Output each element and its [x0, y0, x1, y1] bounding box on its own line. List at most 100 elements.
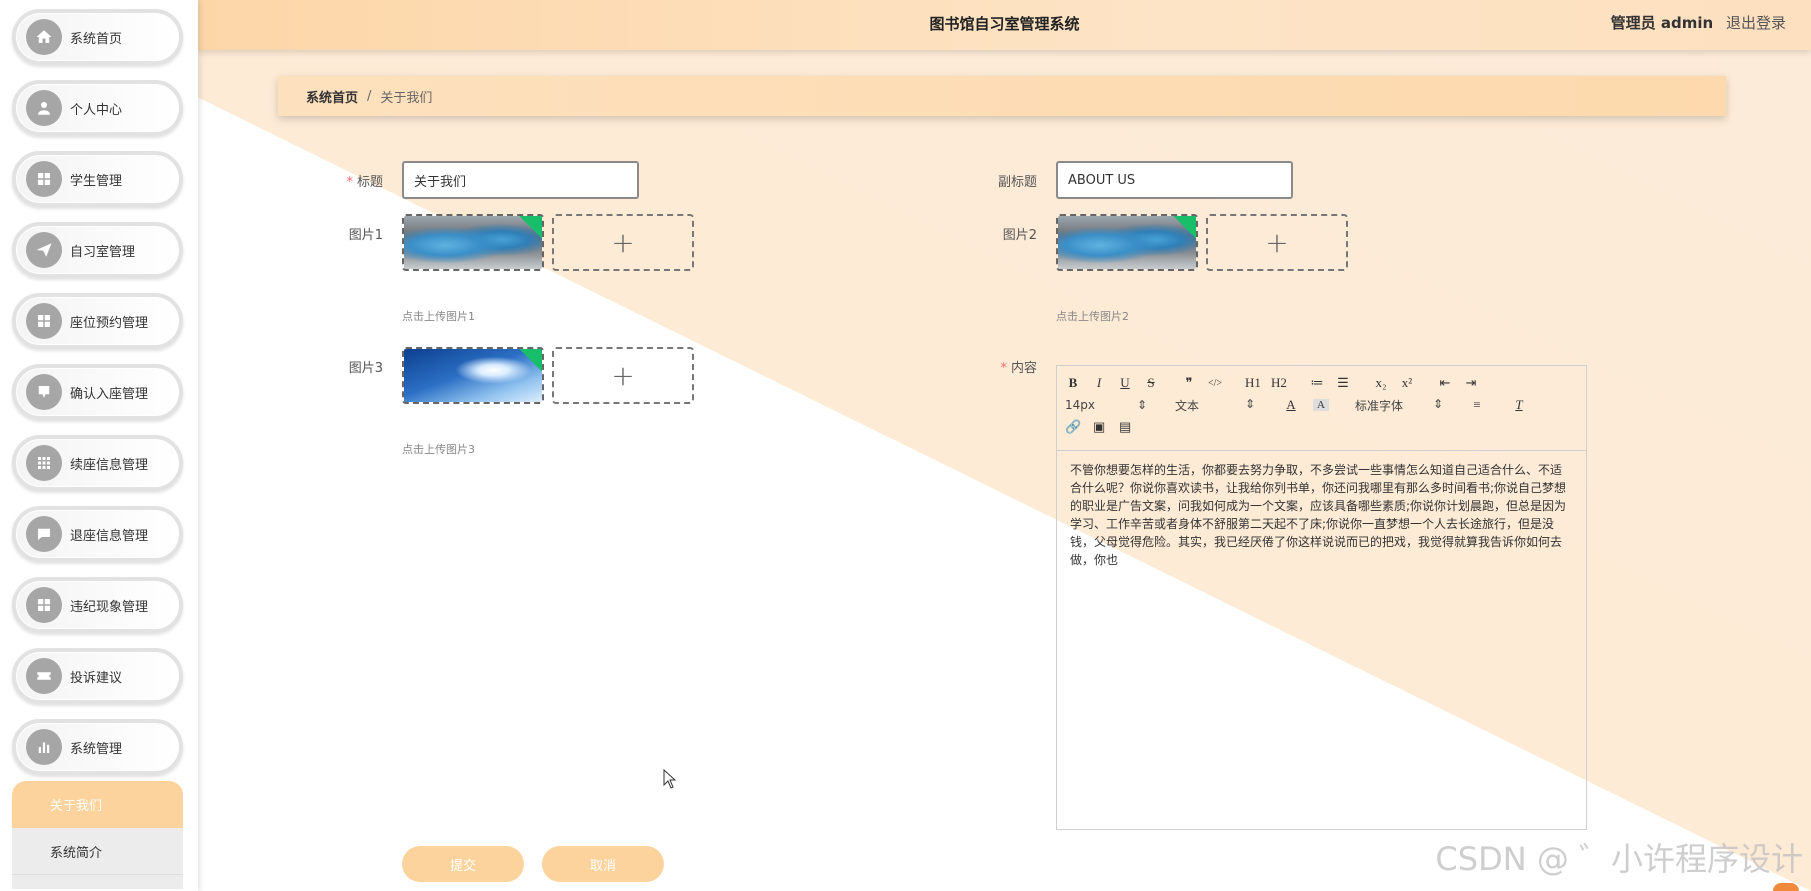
plus-icon: + [611, 226, 635, 259]
sidebar-item-study-rooms[interactable]: 自习室管理 [12, 222, 183, 278]
outdent-button[interactable]: ⇤ [1437, 375, 1453, 391]
sidebar-item-confirm-seat[interactable]: 确认入座管理 [12, 364, 183, 420]
system-submenu: 关于我们 系统简介 [12, 781, 183, 891]
current-user: 管理员 admin [1610, 14, 1714, 32]
pic1-upload-button[interactable]: + [552, 214, 694, 271]
header-user-area: 管理员 admin 退出登录 [1611, 0, 1786, 48]
breadcrumb-home[interactable]: 系统首页 [306, 87, 358, 106]
grid-icon [26, 161, 62, 197]
background-color-icon[interactable]: A [1313, 399, 1329, 411]
clear-format-icon[interactable]: T [1511, 397, 1527, 413]
grid-icon [26, 303, 62, 339]
select-arrows-icon: ⇕ [1244, 396, 1255, 411]
top-header: 图书馆自习室管理系统 管理员 admin 退出登录 [198, 0, 1811, 50]
sidebar-item-label: 个人中心 [70, 102, 123, 118]
submenu-more [12, 875, 183, 889]
sidebar-item-system[interactable]: 系统管理 [12, 719, 183, 775]
sidebar-item-home[interactable]: 系统首页 [12, 9, 183, 65]
pic2-upload-button[interactable]: + [1206, 214, 1348, 271]
bold-button[interactable]: B [1065, 375, 1081, 391]
sidebar: 系统首页 个人中心 学生管理 自习室管理 座位预约管理 确认入座管理 续座信息管… [0, 0, 198, 891]
breadcrumb-current: 关于我们 [380, 90, 433, 106]
select-arrows-icon: ⇕ [1136, 398, 1147, 412]
pic3-upload-button[interactable]: + [552, 347, 694, 404]
ordered-list-button[interactable]: ≔ [1309, 375, 1325, 391]
heading2-button[interactable]: H2 [1271, 375, 1287, 391]
superscript-button[interactable]: x² [1399, 375, 1415, 391]
send-icon [26, 232, 62, 268]
toolbar-row-font: 14px ⇕ 文本 ⇕ A A 标准字体 ⇕ ≡ T [1065, 394, 1578, 416]
format-select[interactable]: 文本 ⇕ [1175, 397, 1255, 414]
editor-toolbar: B I U S ❞ </> H1 H2 ≔ ☰ x₂ x² ⇤ ⇥ 14px ⇕ … [1057, 366, 1586, 451]
grid-icon [26, 587, 62, 623]
indent-button[interactable]: ⇥ [1463, 375, 1479, 391]
font-size-select[interactable]: 14px ⇕ [1065, 398, 1147, 412]
code-block-button[interactable]: </> [1207, 378, 1223, 389]
sidebar-item-leave-seat[interactable]: 退座信息管理 [12, 506, 183, 562]
content-label: * 内容 [1000, 361, 1037, 376]
strike-button[interactable]: S [1143, 375, 1159, 391]
cancel-button[interactable]: 取消 [542, 846, 664, 882]
rich-text-editor: B I U S ❞ </> H1 H2 ≔ ☰ x₂ x² ⇤ ⇥ 14px ⇕ … [1056, 365, 1587, 830]
blockquote-button[interactable]: ❞ [1181, 375, 1197, 391]
plus-icon: + [611, 359, 635, 392]
underline-button[interactable]: U [1117, 375, 1133, 391]
message-icon [26, 374, 62, 410]
logout-link[interactable]: 退出登录 [1726, 14, 1786, 32]
sidebar-item-label: 违纪现象管理 [70, 599, 149, 615]
submenu-item-about-us[interactable]: 关于我们 [12, 781, 183, 828]
pic3-label: 图片3 [348, 361, 383, 376]
pic2-thumbnail[interactable] [1056, 214, 1198, 271]
image-icon[interactable]: ▣ [1091, 419, 1107, 435]
subscript-button[interactable]: x₂ [1373, 375, 1389, 391]
main-form: *标题 副标题 图片1 + 点击上传图片1 图片2 + 点击上传图片2 图片3 … [0, 0, 1811, 891]
plus-icon: + [1265, 226, 1289, 259]
chart-icon [26, 729, 62, 765]
pic1-thumbnail[interactable] [402, 214, 544, 271]
sidebar-item-complaints[interactable]: 投诉建议 [12, 648, 183, 704]
title-label: * 标题 [346, 175, 383, 190]
video-icon[interactable]: ▤ [1117, 419, 1133, 435]
home-icon [26, 19, 62, 55]
sidebar-item-label: 续座信息管理 [70, 457, 149, 473]
sidebar-item-label: 退座信息管理 [70, 528, 149, 544]
pic2-label: 图片2 [1002, 228, 1037, 243]
toolbar-row-format: B I U S ❞ </> H1 H2 ≔ ☰ x₂ x² ⇤ ⇥ [1065, 372, 1578, 394]
title-input[interactable] [402, 161, 639, 199]
italic-button[interactable]: I [1091, 375, 1107, 391]
sidebar-item-profile[interactable]: 个人中心 [12, 80, 183, 136]
subtitle-input[interactable] [1056, 161, 1293, 199]
bullet-list-button[interactable]: ☰ [1335, 375, 1351, 391]
sidebar-item-label: 系统首页 [70, 31, 123, 47]
corner-decoration [1773, 883, 1799, 891]
editor-content[interactable]: 不管你想要怎样的生活，你都要去努力争取，不多尝试一些事情怎么知道自己适合什么、不… [1057, 451, 1586, 579]
select-arrows-icon: ⇕ [1432, 396, 1443, 411]
pic1-upload-tip: 点击上传图片1 [402, 310, 475, 323]
submit-button[interactable]: 提交 [402, 846, 524, 882]
submenu-item-system-intro[interactable]: 系统简介 [12, 828, 183, 875]
sidebar-item-violations[interactable]: 违纪现象管理 [12, 577, 183, 633]
sidebar-item-students[interactable]: 学生管理 [12, 151, 183, 207]
align-icon[interactable]: ≡ [1469, 397, 1485, 413]
user-icon [26, 90, 62, 126]
sidebar-item-label: 学生管理 [70, 173, 123, 189]
link-icon[interactable]: 🔗 [1065, 419, 1081, 435]
apps-icon [26, 445, 62, 481]
pic2-upload-tip: 点击上传图片2 [1056, 310, 1129, 323]
pic3-thumbnail[interactable] [402, 347, 544, 404]
breadcrumb: 系统首页 / 关于我们 [278, 76, 1726, 116]
ticket-icon [26, 658, 62, 694]
font-color-icon[interactable]: A [1283, 397, 1299, 413]
sidebar-item-seat-booking[interactable]: 座位预约管理 [12, 293, 183, 349]
sidebar-item-label: 自习室管理 [70, 244, 136, 260]
sidebar-item-label: 确认入座管理 [70, 386, 149, 402]
sidebar-item-renew-seat[interactable]: 续座信息管理 [12, 435, 183, 491]
font-family-select[interactable]: 标准字体 ⇕ [1355, 397, 1443, 414]
subtitle-label: 副标题 [997, 175, 1037, 190]
sidebar-item-label: 座位预约管理 [70, 315, 149, 331]
mouse-cursor-icon [663, 768, 677, 793]
heading1-button[interactable]: H1 [1245, 375, 1261, 391]
chat-icon [26, 516, 62, 552]
toolbar-row-insert: 🔗 ▣ ▤ [1065, 416, 1578, 438]
pic1-label: 图片1 [348, 228, 383, 243]
